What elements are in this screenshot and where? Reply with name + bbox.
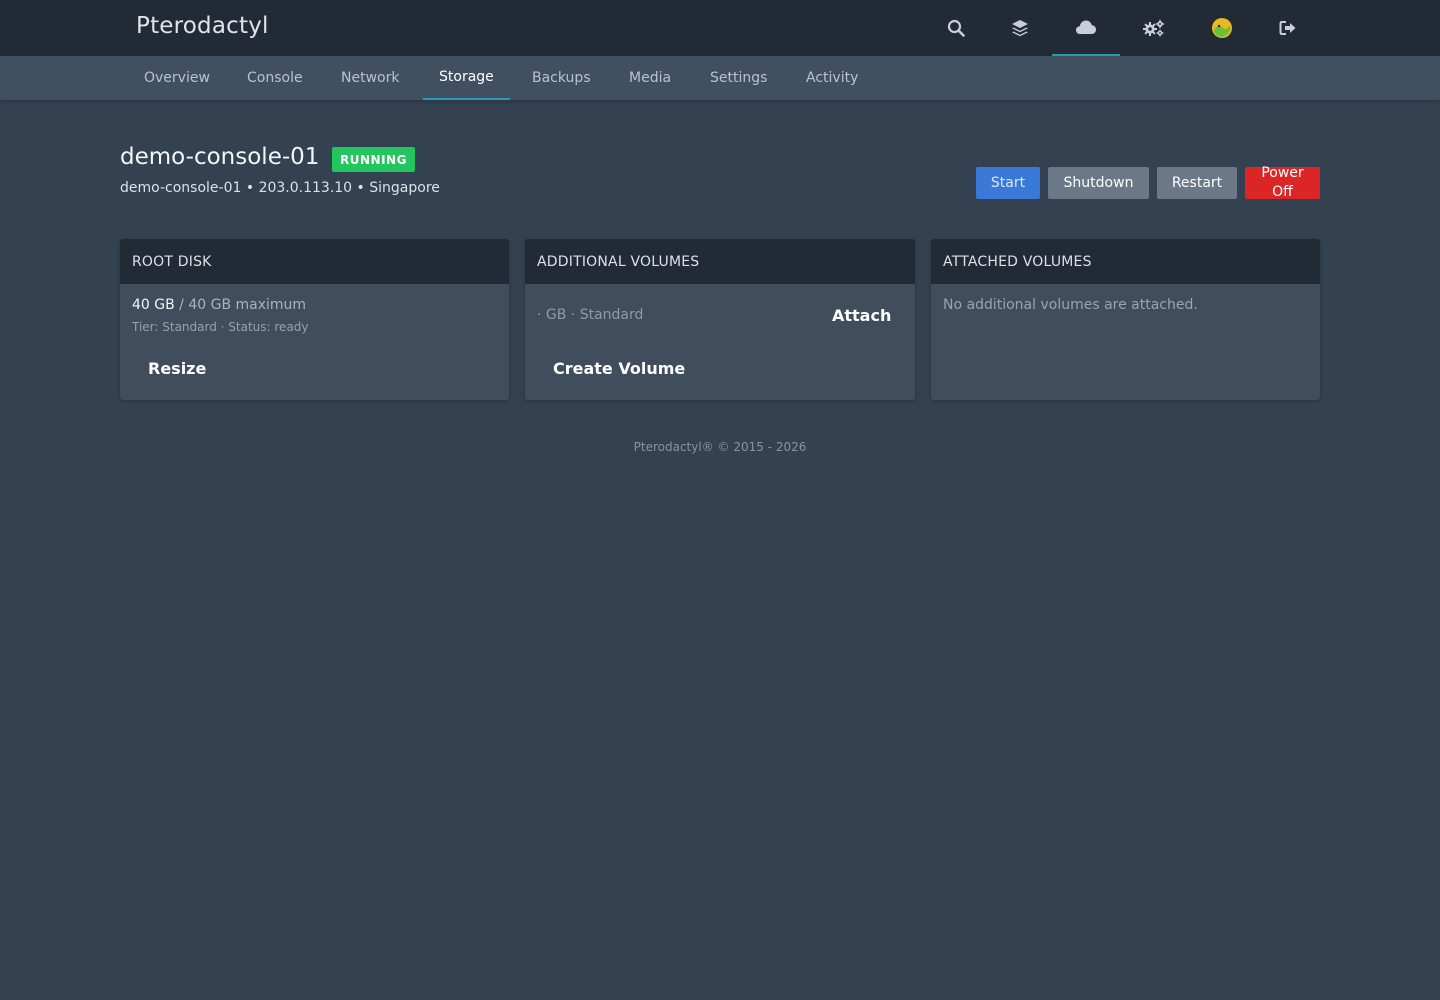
cloud-icon[interactable]: [1052, 0, 1120, 56]
settings-gears-icon[interactable]: [1120, 0, 1188, 56]
empty-state-message: No additional volumes are attached.: [943, 297, 1198, 313]
tab-activity[interactable]: Activity: [790, 56, 874, 100]
separator: •: [356, 180, 365, 196]
tab-network[interactable]: Network: [325, 56, 415, 100]
attached-volumes-card: ATTACHED VOLUMES No additional volumes a…: [931, 239, 1320, 400]
footer-copyright: Pterodactyl® © 2015 - 2026: [633, 440, 807, 454]
root-disk-size: 40 GB: [132, 297, 175, 313]
tab-settings[interactable]: Settings: [694, 56, 783, 100]
start-button[interactable]: Start: [976, 167, 1040, 199]
restart-button[interactable]: Restart: [1157, 167, 1237, 199]
root-disk-card: ROOT DISK 40 GB / 40 GB maximum Tier: St…: [120, 239, 509, 400]
volume-entry: · GB · Standard: [537, 307, 644, 323]
separator: •: [245, 180, 255, 196]
additional-volumes-card: ADDITIONAL VOLUMES · GB · Standard Attac…: [525, 239, 915, 400]
resize-button[interactable]: Resize: [148, 359, 206, 378]
root-disk-usage: 40 GB / 40 GB maximum: [132, 297, 306, 313]
logout-icon[interactable]: [1254, 0, 1322, 56]
search-icon[interactable]: [922, 0, 990, 56]
root-disk-meta: Tier: Standard · Status: ready: [132, 320, 309, 334]
shutdown-button[interactable]: Shutdown: [1048, 167, 1149, 199]
top-navbar: Pterodactyl: [0, 0, 1440, 56]
server-ip: 203.0.113.10: [258, 180, 353, 196]
tab-backups[interactable]: Backups: [516, 56, 607, 100]
avatar[interactable]: [1188, 0, 1256, 56]
tab-overview[interactable]: Overview: [128, 56, 226, 100]
server-location: Singapore: [369, 180, 440, 196]
server-subnav: Overview Console Network Storage Backups…: [0, 56, 1440, 100]
server-details: demo-console-01 • 203.0.113.10 • Singapo…: [120, 180, 440, 196]
card-title: ROOT DISK: [120, 239, 509, 284]
tab-storage[interactable]: Storage: [423, 56, 510, 100]
card-title: ATTACHED VOLUMES: [931, 239, 1320, 284]
tab-media[interactable]: Media: [613, 56, 687, 100]
status-badge: RUNNING: [332, 147, 415, 172]
root-disk-maximum: / 40 GB maximum: [179, 297, 307, 313]
create-volume-button[interactable]: Create Volume: [553, 359, 685, 378]
server-hostname: demo-console-01: [120, 180, 242, 196]
server-name: demo-console-01: [120, 144, 320, 170]
brand-logo[interactable]: Pterodactyl: [136, 13, 269, 39]
card-title: ADDITIONAL VOLUMES: [525, 239, 915, 284]
power-off-button[interactable]: Power Off: [1245, 165, 1320, 200]
layers-icon[interactable]: [986, 0, 1054, 56]
attach-button[interactable]: Attach: [832, 306, 891, 325]
tab-console[interactable]: Console: [231, 56, 319, 100]
